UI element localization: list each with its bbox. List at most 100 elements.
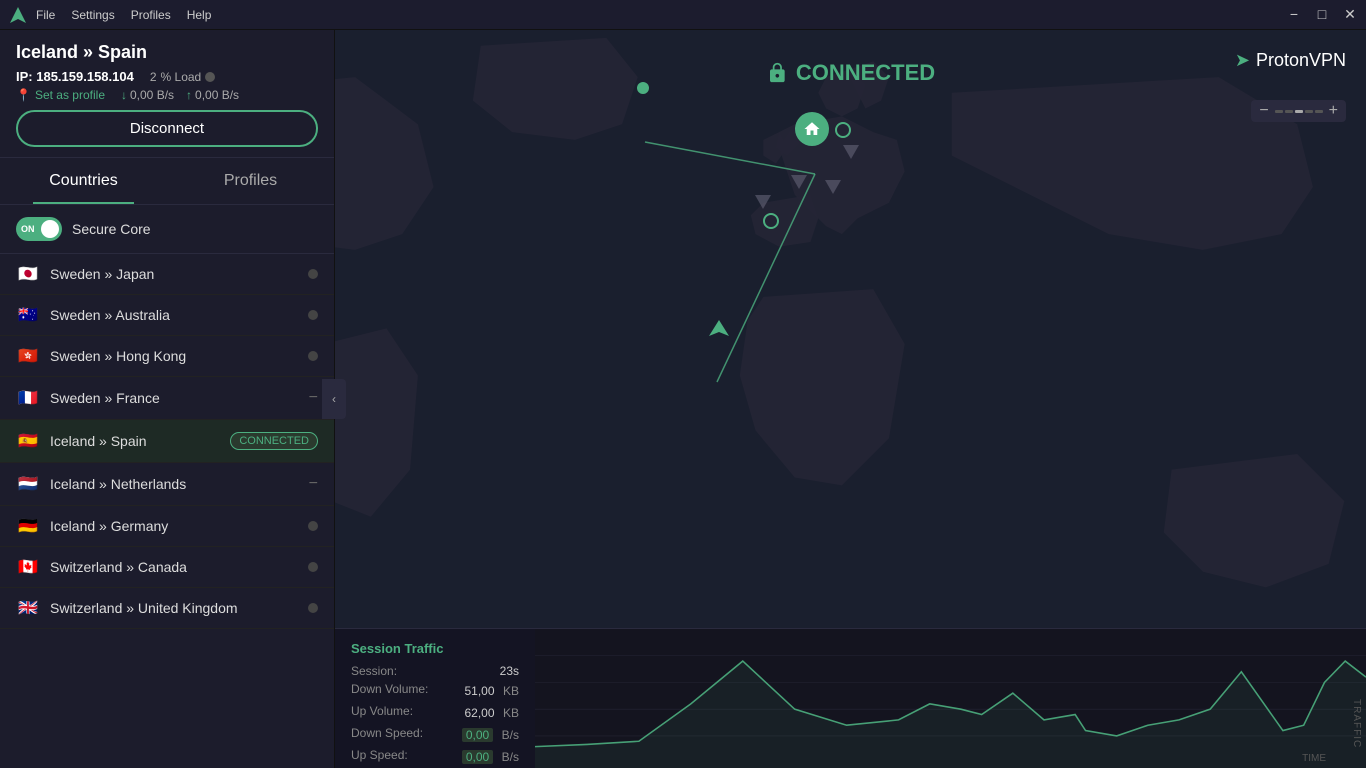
server-name: Iceland » Germany (50, 518, 298, 534)
server-minus-icon: − (309, 389, 318, 407)
down-volume-unit: KB (503, 684, 519, 698)
traffic-stats: Session Traffic Session: 23s Down Volume… (335, 629, 535, 768)
up-volume-value: 62,00 (465, 706, 495, 720)
main-tabs: Countries Profiles (0, 158, 334, 205)
server-item[interactable]: 🇨🇦Switzerland » Canada (0, 547, 334, 588)
load-label: % Load (161, 70, 202, 84)
server-item[interactable]: 🇳🇱 Iceland » Netherlands− (0, 463, 334, 506)
minimize-button[interactable]: − (1286, 6, 1302, 23)
menu-profiles[interactable]: Profiles (131, 8, 171, 22)
send-icon: ➤ (1235, 50, 1250, 71)
window-controls: − □ ✕ (1286, 6, 1358, 23)
destination-arrow-icon (709, 320, 729, 344)
server-flag: 🇫🇷 (16, 390, 40, 406)
tab-profiles[interactable]: Profiles (167, 158, 334, 204)
title-bar: File Settings Profiles Help − □ ✕ (0, 0, 1366, 30)
zoom-seg-2 (1285, 110, 1293, 113)
menu-file[interactable]: File (36, 8, 55, 22)
map-area: CONNECTED ➤ ProtonVPN − + Session Traffi… (335, 30, 1366, 768)
secure-core-toggle[interactable]: ON (16, 217, 62, 241)
server-name: Iceland » Netherlands (50, 476, 299, 492)
server-load-dot (308, 351, 318, 361)
zoom-controls: − + (1251, 100, 1346, 122)
server-name: Sweden » Australia (50, 307, 298, 323)
server-flag: 🇳🇱 (16, 476, 40, 492)
server-load-dot (308, 603, 318, 613)
connection-ip: IP: 185.159.158.104 (16, 69, 134, 84)
server-flag: 🇬🇧 (16, 600, 40, 616)
down-speed-row: 0,00 B/s (462, 726, 519, 744)
server-flag: 🇦🇺 (16, 307, 40, 323)
home-marker[interactable] (795, 112, 829, 146)
tab-countries[interactable]: Countries (0, 158, 167, 204)
menu-bar: File Settings Profiles Help (36, 8, 211, 22)
server-minus-icon: − (309, 475, 318, 493)
france-marker-1 (825, 180, 841, 194)
server-load-dot (308, 310, 318, 320)
profile-row: 📍 Set as profile ↓ 0,00 B/s ↑ 0,00 B/s (16, 88, 318, 102)
proton-label: ProtonVPN (1256, 50, 1346, 71)
down-arrow-icon: ↓ (121, 88, 127, 102)
stat-up-speed: Up Speed: 0,00 B/s (351, 748, 519, 766)
server-flag: 🇪🇸 (16, 433, 40, 449)
sidebar-collapse-button[interactable]: ‹ (322, 379, 346, 419)
connection-load: 2 % Load (150, 70, 215, 84)
lock-icon (766, 62, 788, 84)
zoom-seg-5 (1315, 110, 1323, 113)
set-profile-link[interactable]: 📍 Set as profile (16, 88, 105, 102)
server-load-dot (308, 269, 318, 279)
traffic-title: Session Traffic (351, 641, 519, 656)
server-item[interactable]: 🇬🇧Switzerland » United Kingdom (0, 588, 334, 629)
menu-settings[interactable]: Settings (71, 8, 114, 22)
connected-label: CONNECTED (796, 60, 935, 86)
server-item[interactable]: 🇯🇵 Sweden » Japan (0, 254, 334, 295)
menu-help[interactable]: Help (187, 8, 212, 22)
connected-badge: CONNECTED (766, 60, 935, 86)
zoom-in-button[interactable]: + (1325, 102, 1342, 120)
up-volume-unit: KB (503, 706, 519, 720)
up-volume-row: 62,00 KB (465, 704, 520, 722)
down-volume-label: Down Volume: (351, 682, 428, 700)
server-flag: 🇭🇰 (16, 348, 40, 364)
zoom-seg-3 (1295, 110, 1303, 113)
server-flag: 🇩🇪 (16, 518, 40, 534)
close-button[interactable]: ✕ (1342, 6, 1358, 23)
traffic-panel: Session Traffic Session: 23s Down Volume… (335, 628, 1366, 768)
app-logo (8, 5, 28, 25)
server-name: Sweden » Japan (50, 266, 298, 282)
down-volume-value: 51,00 (465, 684, 495, 698)
stat-down-volume: Down Volume: 51,00 KB (351, 682, 519, 700)
server-item[interactable]: 🇦🇺 Sweden » Australia (0, 295, 334, 336)
server-name: Iceland » Spain (50, 433, 220, 449)
toggle-on-label: ON (21, 224, 35, 234)
zoom-seg-4 (1305, 110, 1313, 113)
toggle-knob (41, 220, 59, 238)
server-load-dot (308, 562, 318, 572)
disconnect-button[interactable]: Disconnect (16, 110, 318, 147)
zoom-bar (1275, 110, 1323, 113)
traffic-graph-svg (535, 629, 1366, 768)
time-axis-label: TIME (1302, 753, 1326, 764)
traffic-graph: TRAFFIC TIME (535, 629, 1366, 768)
server-flag: 🇨🇦 (16, 559, 40, 575)
speed-info: ↓ 0,00 B/s ↑ 0,00 B/s (121, 88, 239, 102)
traffic-axis-label: TRAFFIC (1351, 699, 1362, 748)
load-indicator (205, 72, 215, 82)
down-speed-unit: B/s (502, 728, 519, 742)
up-speed-unit: B/s (502, 750, 519, 764)
ip-value: 185.159.158.104 (36, 69, 134, 84)
france-marker-2 (791, 175, 807, 189)
server-item[interactable]: 🇩🇪 Iceland » Germany (0, 506, 334, 547)
up-volume-label: Up Volume: (351, 704, 413, 722)
up-speed-row: 0,00 B/s (462, 748, 519, 766)
up-speed-value: 0,00 B/s (195, 88, 239, 102)
session-value: 23s (500, 664, 519, 678)
netherlands-marker (835, 122, 851, 138)
server-flag: 🇯🇵 (16, 266, 40, 282)
server-item[interactable]: 🇫🇷Sweden » France− (0, 377, 334, 420)
server-item[interactable]: 🇭🇰Sweden » Hong Kong (0, 336, 334, 377)
maximize-button[interactable]: □ (1314, 6, 1330, 23)
zoom-out-button[interactable]: − (1255, 102, 1272, 120)
server-item[interactable]: 🇪🇸Iceland » SpainCONNECTED (0, 420, 334, 463)
set-profile-label: Set as profile (35, 88, 105, 102)
